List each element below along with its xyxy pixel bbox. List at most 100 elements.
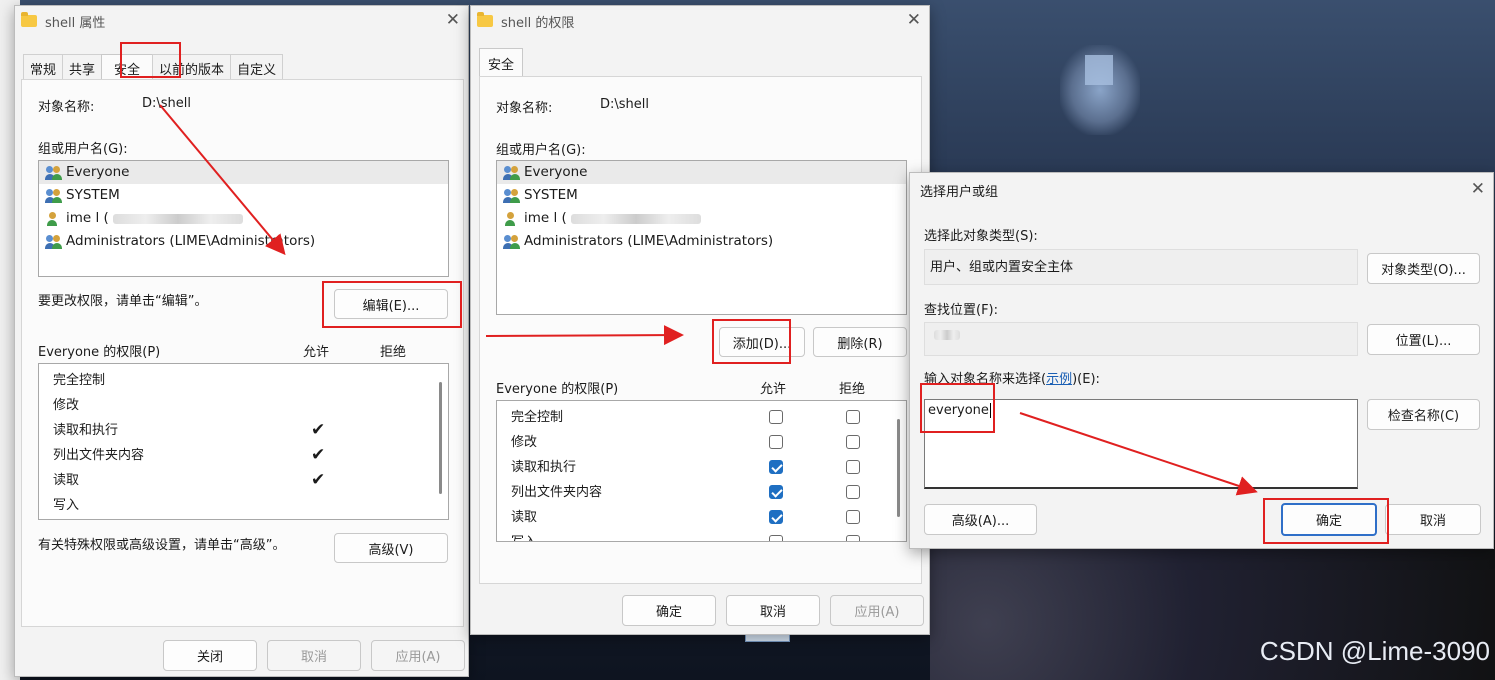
deny-checkbox[interactable] (846, 510, 860, 524)
check-mark-icon: ✔ (311, 420, 326, 440)
perm-row: 列出文件夹内容 ✔ (39, 443, 448, 468)
apply-button[interactable]: 应用(A) (830, 595, 924, 626)
dialog-title: 选择用户或组 (920, 184, 999, 200)
ok-button[interactable]: 确定 (1281, 503, 1377, 536)
cancel-button[interactable]: 取消 (726, 595, 820, 626)
list-item-system[interactable]: SYSTEM (497, 184, 906, 207)
perm-row: 写入 (497, 530, 906, 541)
locations-button[interactable]: 位置(L)... (1367, 324, 1480, 355)
add-button[interactable]: 添加(D)... (719, 327, 805, 357)
group-icon (45, 165, 63, 180)
perm-row: 读取 (497, 505, 906, 530)
change-permissions-hint: 要更改权限，请单击“编辑”。 (38, 294, 208, 309)
deny-checkbox[interactable] (846, 410, 860, 424)
user-name: ime l ( (66, 210, 109, 226)
object-names-input[interactable]: everyone (924, 399, 1358, 489)
deny-checkbox[interactable] (846, 485, 860, 499)
advanced-button[interactable]: 高级(A)... (924, 504, 1037, 535)
perm-name: 写入 (511, 535, 537, 541)
check-names-button[interactable]: 检查名称(C) (1367, 399, 1480, 430)
perm-name: 读取 (511, 510, 538, 525)
allow-checkbox[interactable] (769, 460, 783, 474)
location-field (924, 322, 1358, 356)
text-cursor (989, 403, 991, 418)
tab-security[interactable]: 安全 (479, 48, 524, 78)
allow-checkbox[interactable] (769, 485, 783, 499)
users-listbox[interactable]: Everyone SYSTEM ime l ( Administrators (… (496, 160, 907, 315)
allow-checkbox[interactable] (769, 435, 783, 449)
user-name: SYSTEM (66, 187, 120, 203)
object-name-label: 对象名称: (496, 101, 553, 116)
perm-name: 读取和执行 (511, 460, 577, 475)
group-icon (503, 234, 521, 249)
user-name: Administrators (LIME\Administrators) (524, 233, 774, 249)
deny-checkbox[interactable] (846, 460, 860, 474)
permissions-panel: 对象名称: D:\shell 组或用户名(G): Everyone SYSTEM… (479, 76, 922, 584)
object-name-value: D:\shell (142, 96, 192, 111)
location-label: 查找位置(F): (924, 303, 999, 318)
check-mark-icon: ✔ (311, 470, 326, 490)
deny-header: 拒绝 (380, 345, 407, 360)
list-item-administrators[interactable]: Administrators (LIME\Administrators) (39, 230, 448, 253)
close-icon[interactable]: ✕ (446, 10, 460, 30)
cancel-button[interactable]: 取消 (1385, 504, 1481, 535)
object-name-value: D:\shell (600, 97, 650, 112)
user-name: Everyone (66, 164, 130, 180)
allow-checkbox[interactable] (769, 510, 783, 524)
list-item-user[interactable]: ime l ( (39, 207, 448, 230)
tab-previous-versions[interactable]: 以前的版本 (152, 54, 232, 82)
list-item-user[interactable]: ime l ( (497, 207, 906, 230)
object-types-button[interactable]: 对象类型(O)... (1367, 253, 1480, 284)
perm-row: 写入 (39, 493, 448, 518)
remove-button[interactable]: 删除(R) (813, 327, 907, 357)
close-button[interactable]: 关闭 (163, 640, 257, 671)
select-users-dialog: 选择用户或组 ✕ 选择此对象类型(S): 用户、组或内置安全主体 对象类型(O)… (909, 172, 1494, 549)
allow-checkbox[interactable] (769, 535, 783, 541)
group-icon (45, 188, 63, 203)
group-icon (503, 165, 521, 180)
tab-general[interactable]: 常规 (23, 54, 64, 82)
allow-checkbox[interactable] (769, 410, 783, 424)
examples-link[interactable]: 示例 (1046, 372, 1072, 387)
perm-name: 完全控制 (511, 410, 564, 425)
scrollbar[interactable] (439, 382, 442, 494)
permissions-table: 完全控制 修改 读取和执行 列出文件夹内容 读取 写入 (496, 400, 907, 542)
perm-row: 读取 ✔ (39, 468, 448, 493)
list-item-everyone[interactable]: Everyone (497, 161, 906, 184)
user-icon (503, 211, 521, 226)
tab-sharing[interactable]: 共享 (62, 54, 103, 82)
properties-titlebar: shell 属性 ✕ (15, 6, 468, 36)
advanced-button[interactable]: 高级(V) (334, 533, 448, 563)
ok-button[interactable]: 确定 (622, 595, 716, 626)
list-item-everyone[interactable]: Everyone (39, 161, 448, 184)
perm-name: 写入 (53, 498, 80, 513)
properties-tabs: 常规 共享 安全 以前的版本 自定义 (23, 54, 284, 82)
cancel-button[interactable]: 取消 (267, 640, 361, 671)
edit-button[interactable]: 编辑(E)... (334, 289, 448, 319)
deny-checkbox[interactable] (846, 435, 860, 449)
list-item-administrators[interactable]: Administrators (LIME\Administrators) (497, 230, 906, 253)
deny-checkbox[interactable] (846, 535, 860, 541)
perm-name: 修改 (53, 398, 80, 413)
perm-name: 完全控制 (53, 373, 106, 388)
permissions-window: shell 的权限 ✕ 安全 对象名称: D:\shell 组或用户名(G): … (470, 5, 930, 635)
scrollbar[interactable] (897, 419, 900, 517)
tab-customize[interactable]: 自定义 (230, 54, 284, 82)
user-name: Everyone (524, 164, 588, 180)
desktop-blurred-highlight (1085, 55, 1113, 85)
object-name-label: 对象名称: (38, 100, 95, 115)
redacted-text (570, 213, 701, 224)
object-type-field: 用户、组或内置安全主体 (924, 249, 1358, 285)
allow-header: 允许 (760, 382, 787, 397)
permissions-tabs: 安全 (479, 48, 524, 78)
tab-security[interactable]: 安全 (101, 54, 154, 82)
apply-button[interactable]: 应用(A) (371, 640, 465, 671)
close-icon[interactable]: ✕ (907, 10, 921, 30)
permissions-label: Everyone 的权限(P) (38, 345, 161, 360)
list-item-system[interactable]: SYSTEM (39, 184, 448, 207)
perm-name: 列出文件夹内容 (511, 485, 603, 500)
close-icon[interactable]: ✕ (1471, 179, 1485, 199)
users-listbox[interactable]: Everyone SYSTEM ime l ( Administrators (… (38, 160, 449, 277)
object-names-value: everyone (928, 403, 989, 418)
enter-names-label: 输入对象名称来选择(示例)(E): (924, 368, 1100, 387)
